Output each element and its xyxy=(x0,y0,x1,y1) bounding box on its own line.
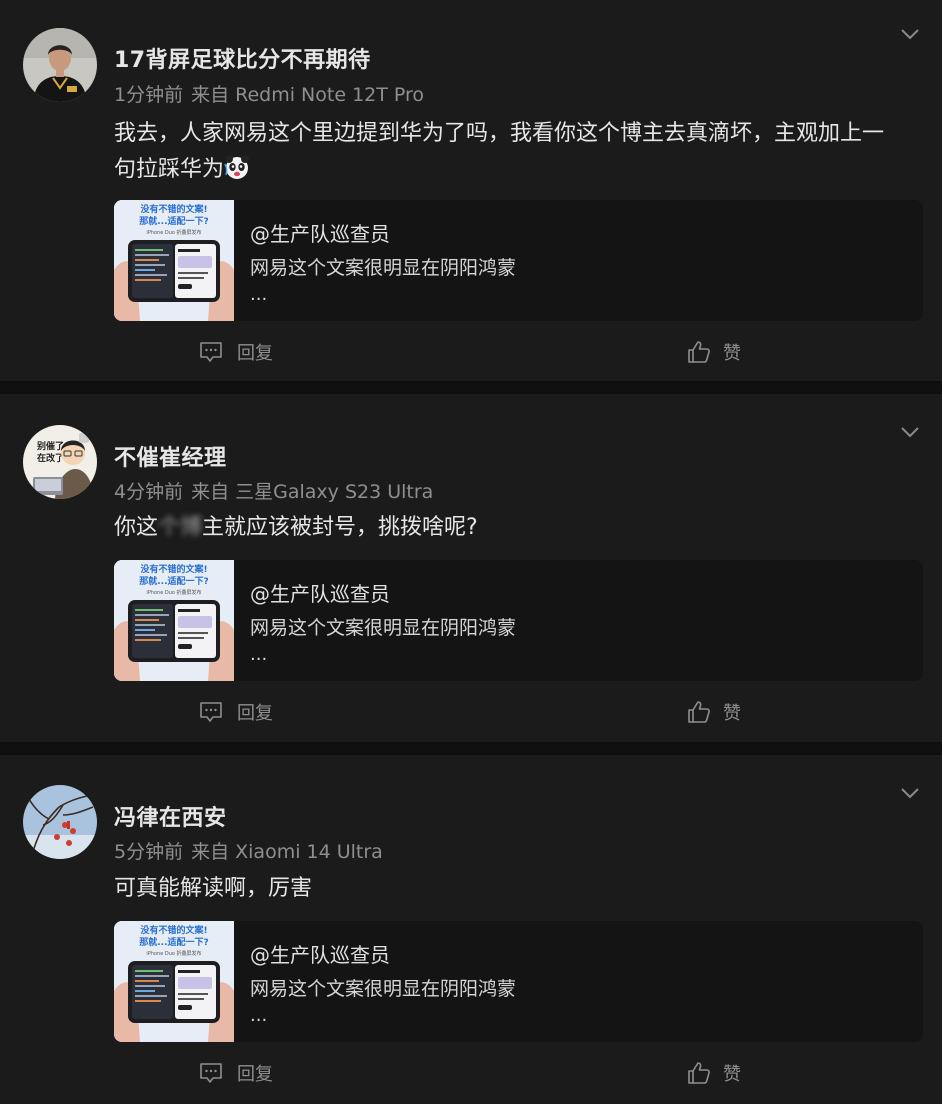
post-meta: 5分钟前 来自 Xiaomi 14 Ultra xyxy=(114,837,383,864)
thumb-headline-1: 没有不错的文案! xyxy=(140,563,207,575)
comment-card: 冯律在西安 5分钟前 来自 Xiaomi 14 Ultra 可真能解读啊，厉害 没… xyxy=(0,755,942,1104)
quoted-more: ... xyxy=(250,284,268,305)
quoted-text: 网易这个文案很明显在阴阳鸿蒙 xyxy=(250,978,517,1000)
comment-text: 我去，人家网易这个里边提到华为了吗，我看你这个博主去真滴坏，主观加上一句拉踩华为 xyxy=(114,116,904,188)
post-meta: 1分钟前 来自 Redmi Note 12T Pro xyxy=(114,80,424,107)
thumb-caption: iPhone Duo 折叠屏发布 xyxy=(146,229,201,236)
username[interactable]: 冯律在西安 xyxy=(114,800,227,832)
foldable-phone-image: 没有不错的文案! 那就...适配一下? iPhone Duo 折叠屏发布 xyxy=(114,560,234,681)
thumb-headline-2: 那就...适配一下? xyxy=(139,936,208,948)
thumb-headline-2: 那就...适配一下? xyxy=(139,215,208,227)
foldable-phone-image: 没有不错的文案! 那就...适配一下? iPhone Duo 折叠屏发布 xyxy=(114,921,234,1042)
post-source: 来自 Xiaomi 14 Ultra xyxy=(191,841,383,863)
comment-card: 别催了 在改了 不催崔经理 4分钟前 来自 三星Galaxy S23 Ultra … xyxy=(0,394,942,742)
like-label: 赞 xyxy=(723,703,741,724)
avatar[interactable] xyxy=(23,28,97,102)
comment-text: 可真能解读啊，厉害 xyxy=(114,876,313,901)
thumb-caption: iPhone Duo 折叠屏发布 xyxy=(146,589,201,596)
thumb-headline-1: 没有不错的文案! xyxy=(140,203,207,215)
obscured-text: 个博 xyxy=(158,515,203,540)
username[interactable]: 17背屏足球比分不再期待 xyxy=(114,42,371,74)
thumbs-up-icon xyxy=(688,341,710,363)
quoted-more: ... xyxy=(250,1005,268,1026)
like-button[interactable]: 赞 xyxy=(687,1060,741,1086)
foldable-phone-image: 没有不错的文案! 那就...适配一下? iPhone Duo 折叠屏发布 xyxy=(114,200,234,321)
avatar-image xyxy=(23,785,97,859)
post-source: 来自 Redmi Note 12T Pro xyxy=(191,84,425,106)
reply-button[interactable]: 回复 xyxy=(199,339,273,365)
comment-body-start: 你这 xyxy=(114,515,159,540)
reply-button[interactable]: 回复 xyxy=(199,699,273,725)
reply-label: 回复 xyxy=(237,703,273,724)
quoted-post-card[interactable]: 没有不错的文案! 那就...适配一下? iPhone Duo 折叠屏发布 @生产… xyxy=(114,200,923,321)
chevron-down-icon[interactable] xyxy=(900,424,920,438)
thumb-headline-1: 没有不错的文案! xyxy=(140,924,207,936)
reply-button[interactable]: 回复 xyxy=(199,1060,273,1086)
quoted-text: 网易这个文案很明显在阴阳鸿蒙 xyxy=(250,617,517,639)
comment-icon xyxy=(200,342,222,362)
quoted-author[interactable]: @生产队巡查员 xyxy=(250,578,390,607)
thumb-caption: iPhone Duo 折叠屏发布 xyxy=(146,950,201,957)
svg-text:在改了: 在改了 xyxy=(37,452,64,464)
username[interactable]: 不催崔经理 xyxy=(114,440,227,472)
quoted-post-thumbnail: 没有不错的文案! 那就...适配一下? iPhone Duo 折叠屏发布 xyxy=(114,921,234,1042)
quoted-text: 网易这个文案很明显在阴阳鸿蒙 xyxy=(250,257,517,279)
comment-text: 你这个博主就应该被封号，挑拨啥呢? xyxy=(114,510,904,546)
thumbs-up-icon xyxy=(688,701,710,723)
comment-feed: 17背屏足球比分不再期待 1分钟前 来自 Redmi Note 12T Pro 我… xyxy=(0,0,942,1104)
chevron-down-icon[interactable] xyxy=(900,785,920,799)
panda-emoji-icon xyxy=(224,154,250,180)
like-label: 赞 xyxy=(723,1064,741,1085)
like-button[interactable]: 赞 xyxy=(687,699,741,725)
reply-label: 回复 xyxy=(237,343,273,364)
chevron-down-icon[interactable] xyxy=(900,26,920,40)
quoted-author[interactable]: @生产队巡查员 xyxy=(250,218,390,247)
comment-icon xyxy=(200,1063,222,1083)
quoted-more: ... xyxy=(250,644,268,665)
post-meta: 4分钟前 来自 三星Galaxy S23 Ultra xyxy=(114,477,433,504)
thumbs-up-icon xyxy=(688,1062,710,1084)
avatar-image xyxy=(23,28,97,102)
quoted-author[interactable]: @生产队巡查员 xyxy=(250,939,390,968)
reply-label: 回复 xyxy=(237,1064,273,1085)
quoted-post-card[interactable]: 没有不错的文案! 那就...适配一下? iPhone Duo 折叠屏发布 @生产… xyxy=(114,921,923,1042)
thumb-headline-2: 那就...适配一下? xyxy=(139,575,208,587)
like-button[interactable]: 赞 xyxy=(687,339,741,365)
post-time: 5分钟前 xyxy=(114,841,184,863)
avatar[interactable]: 别催了 在改了 xyxy=(23,425,97,499)
svg-text:别催了: 别催了 xyxy=(36,440,64,452)
quoted-post-thumbnail: 没有不错的文案! 那就...适配一下? iPhone Duo 折叠屏发布 xyxy=(114,560,234,681)
post-source: 来自 三星Galaxy S23 Ultra xyxy=(191,481,434,503)
quoted-post-card[interactable]: 没有不错的文案! 那就...适配一下? iPhone Duo 折叠屏发布 @生产… xyxy=(114,560,923,681)
comment-icon xyxy=(200,702,222,722)
comment-body-end: 主就应该被封号，挑拨啥呢? xyxy=(202,515,478,540)
post-time: 1分钟前 xyxy=(114,84,184,106)
comment-card: 17背屏足球比分不再期待 1分钟前 来自 Redmi Note 12T Pro 我… xyxy=(0,0,942,381)
avatar-image: 别催了 在改了 xyxy=(23,425,97,499)
post-time: 4分钟前 xyxy=(114,481,184,503)
quoted-post-thumbnail: 没有不错的文案! 那就...适配一下? iPhone Duo 折叠屏发布 xyxy=(114,200,234,321)
avatar[interactable] xyxy=(23,785,97,859)
like-label: 赞 xyxy=(723,343,741,364)
